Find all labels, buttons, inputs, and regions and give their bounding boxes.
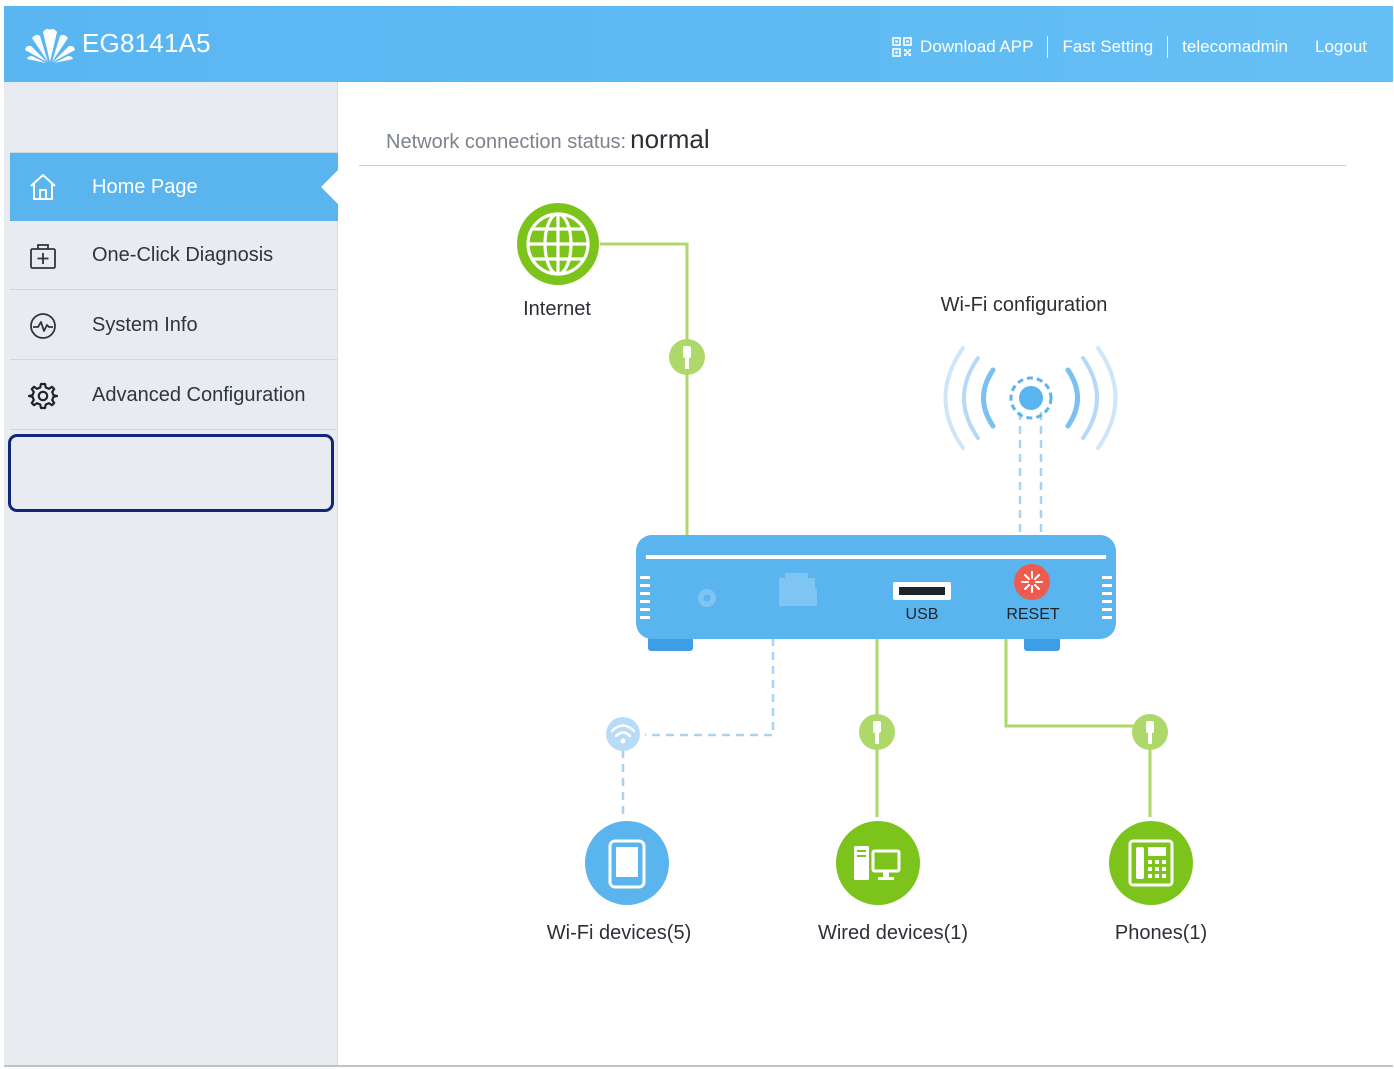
fast-setting-link[interactable]: Fast Setting (1062, 37, 1153, 57)
main-content: Network connection status: normal Intern… (338, 82, 1393, 1067)
wifi-antenna-icon[interactable] (943, 346, 1118, 450)
sidebar: Home Page One-Click Diagnosis System Inf… (4, 82, 338, 1067)
phones-label[interactable]: Phones(1) (1115, 922, 1207, 945)
cable-plug-icon (669, 339, 705, 375)
gear-icon (28, 382, 58, 410)
sidebar-item-label: Advanced Configuration (92, 384, 306, 406)
internet-label[interactable]: Internet (523, 298, 591, 321)
selection-highlight (8, 434, 334, 512)
logout-link[interactable]: Logout (1315, 37, 1367, 57)
qr-code-icon (892, 37, 912, 57)
usb-label: USB (905, 606, 939, 623)
top-bar: EG8141A5 Download APP Fast Setting telec… (4, 6, 1393, 82)
link-separator (1047, 36, 1049, 58)
sidebar-item-label: Home Page (92, 175, 198, 198)
app-window: EG8141A5 Download APP Fast Setting telec… (4, 6, 1393, 1067)
huawei-logo (25, 28, 75, 63)
pulse-icon (30, 313, 56, 339)
divider (4, 1065, 1393, 1067)
wifi-signal-icon (606, 717, 640, 751)
sidebar-item-label: One-Click Diagnosis (92, 244, 274, 266)
download-app-label: Download APP (920, 37, 1034, 56)
internet-globe-icon[interactable] (517, 203, 599, 285)
sidebar-item-one-click-diagnosis[interactable]: One-Click Diagnosis (10, 222, 338, 290)
wired-devices-label[interactable]: Wired devices(1) (818, 922, 968, 945)
wifi-devices-label[interactable]: Wi-Fi devices(5) (547, 922, 691, 945)
computer-icon[interactable] (836, 821, 920, 905)
sidebar-item-home-page[interactable]: Home Page (10, 153, 338, 221)
router-device[interactable] (636, 535, 1116, 651)
network-topology (517, 203, 1193, 905)
wifi-configuration-label[interactable]: Wi-Fi configuration (941, 294, 1108, 317)
home-icon (30, 174, 56, 200)
telephone-icon[interactable] (1109, 821, 1193, 905)
cable-plug-icon (859, 714, 895, 750)
device-model: EG8141A5 (82, 28, 211, 58)
reset-label: RESET (1006, 606, 1060, 623)
cable-plug-icon (1132, 714, 1168, 750)
link-separator (1167, 36, 1169, 58)
sidebar-item-system-info[interactable]: System Info (10, 292, 338, 360)
top-links: Download APP Fast Setting telecomadmin L… (892, 36, 1367, 58)
download-app-link[interactable]: Download APP (892, 37, 1033, 57)
user-account-link[interactable]: telecomadmin (1182, 37, 1288, 57)
tablet-icon[interactable] (585, 821, 669, 905)
sidebar-item-advanced-configuration[interactable]: Advanced Configuration (10, 362, 338, 430)
sidebar-item-label: System Info (92, 314, 198, 336)
first-aid-kit-icon (30, 244, 56, 269)
